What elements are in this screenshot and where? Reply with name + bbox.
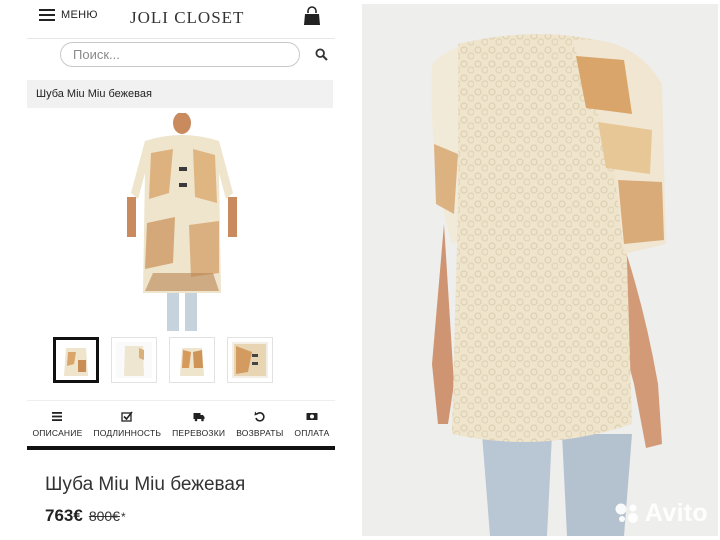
price-row: 763€ 800€ * — [45, 506, 126, 526]
menu-label: МЕНЮ — [61, 9, 98, 21]
thumbnail-strip — [53, 337, 273, 383]
tab-returns[interactable]: ВОЗВРАТЫ — [236, 411, 283, 446]
logo[interactable]: JOLI CLOSET — [130, 8, 244, 28]
avito-logo-icon — [615, 503, 638, 523]
header: МЕНЮ JOLI CLOSET — [27, 0, 335, 38]
truck-icon — [193, 413, 205, 422]
thumbnail-2[interactable] — [111, 337, 157, 383]
shopping-bag-icon[interactable] — [303, 6, 321, 26]
tab-shipping[interactable]: ПЕРЕВОЗКИ — [172, 411, 225, 446]
tab-label: ВОЗВРАТЫ — [236, 428, 284, 438]
check-icon — [121, 411, 133, 422]
feature-tabs: ОПИСАНИЕ ПОДЛИННОСТЬ ПЕРЕВОЗКИ ВОЗВРАТЫ … — [27, 400, 335, 450]
tab-description[interactable]: ОПИСАНИЕ — [32, 411, 82, 446]
search-bar — [27, 38, 335, 70]
tab-label: ОПИСАНИЕ — [32, 428, 83, 438]
product-photo-panel: Avito — [362, 4, 718, 536]
thumbnail-1[interactable] — [53, 337, 99, 383]
tab-payment[interactable]: ОПЛАТА — [294, 411, 329, 446]
avito-text: Avito — [644, 499, 708, 527]
product-large-photo — [362, 4, 718, 536]
tab-label: ПЕРЕВОЗКИ — [172, 428, 226, 438]
tab-label: ПОДЛИННОСТЬ — [93, 428, 162, 438]
thumbnail-4[interactable] — [227, 337, 273, 383]
shop-page: МЕНЮ JOLI CLOSET Шуба Miu Miu бежевая — [27, 0, 335, 540]
list-icon — [52, 412, 63, 421]
current-price: 763€ — [45, 506, 83, 525]
old-price: 800€ — [88, 508, 120, 524]
search-input[interactable] — [60, 42, 300, 67]
tab-label: ОПЛАТА — [294, 428, 330, 438]
thumbnail-3[interactable] — [169, 337, 215, 383]
tab-authenticity[interactable]: ПОДЛИННОСТЬ — [93, 411, 161, 446]
product-main-image[interactable] — [123, 113, 241, 333]
hamburger-icon — [39, 9, 55, 21]
search-icon[interactable] — [315, 48, 328, 61]
menu-button[interactable]: МЕНЮ — [39, 9, 98, 21]
return-icon — [254, 411, 265, 422]
avito-watermark: Avito — [614, 499, 708, 528]
payment-icon — [306, 413, 318, 420]
old-price-mark: * — [120, 510, 126, 524]
product-title: Шуба Miu Miu бежевая — [45, 474, 246, 495]
breadcrumb: Шуба Miu Miu бежевая — [27, 80, 333, 108]
